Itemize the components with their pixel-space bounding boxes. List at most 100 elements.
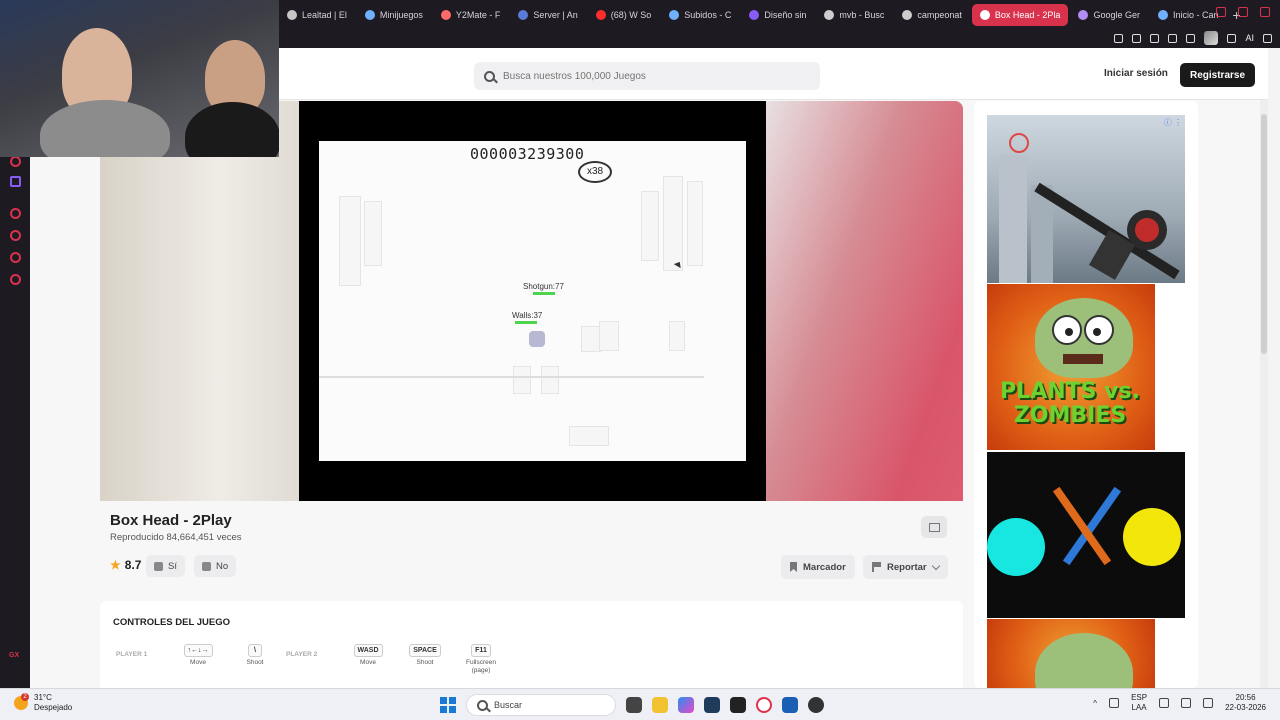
bookmark-label: Marcador: [803, 561, 846, 573]
close-icon[interactable]: [1260, 7, 1270, 17]
search-bar[interactable]: [474, 62, 820, 90]
tab-favicon-icon: [824, 10, 835, 20]
windows-start-icon[interactable]: [440, 697, 456, 713]
whatsapp-icon[interactable]: [10, 156, 21, 167]
yellow-stickman: [1123, 508, 1181, 566]
tab-favicon-icon: [902, 10, 913, 20]
browser-tab[interactable]: Box Head - 2Pla: [971, 4, 1069, 26]
wall-block: [599, 321, 619, 351]
browser-tab[interactable]: Google Ger: [1070, 4, 1148, 26]
key-cap: SPACE: [409, 644, 441, 657]
language-layout: LAA: [1131, 703, 1147, 712]
zombie-face: [1035, 298, 1133, 378]
date: 22-03-2026: [1225, 703, 1266, 712]
fullscreen-button[interactable]: [921, 516, 947, 538]
ad-sniper-game[interactable]: ⓘ ⋮: [987, 115, 1185, 283]
settings-icon[interactable]: [10, 274, 21, 285]
ad-plants-vs-zombies-2[interactable]: [987, 619, 1155, 688]
language-indicator[interactable]: ESP LAA: [1131, 693, 1147, 713]
player1-label: PLAYER 1: [116, 651, 148, 658]
tab-favicon-icon: [1157, 10, 1168, 20]
twitch-icon[interactable]: [10, 176, 21, 187]
browser-tab[interactable]: Y2Mate - F: [433, 4, 509, 26]
extensions-icon[interactable]: [10, 252, 21, 263]
epic-games-icon[interactable]: [730, 697, 746, 713]
browser-tab[interactable]: mvb - Busc: [816, 4, 892, 26]
vote-no-button[interactable]: No: [194, 555, 237, 577]
browser-tab[interactable]: (68) W So: [588, 4, 660, 26]
page-scrollbar[interactable]: [1260, 100, 1268, 688]
download-icon[interactable]: [1227, 33, 1237, 43]
capcut-icon[interactable]: [704, 697, 720, 713]
register-button[interactable]: Registrarse: [1180, 63, 1255, 87]
scroll-thumb[interactable]: [1261, 114, 1267, 354]
report-label: Reportar: [887, 561, 927, 573]
file-explorer-icon[interactable]: [652, 697, 668, 713]
key-cap: F11: [471, 644, 491, 657]
task-view-icon[interactable]: [626, 697, 642, 713]
key-move-p2: WASD Move: [346, 644, 390, 667]
screenshot-icon[interactable]: [1132, 33, 1142, 43]
volume-icon[interactable]: [1181, 698, 1192, 708]
debris: [569, 426, 609, 446]
shield-icon[interactable]: [1150, 33, 1160, 43]
key-cap: \: [248, 644, 262, 657]
browser-tab[interactable]: Lealtad | El: [279, 4, 355, 26]
ad-info-icon[interactable]: ⓘ ⋮: [1164, 117, 1182, 128]
login-link[interactable]: Iniciar sesión: [1104, 68, 1168, 79]
search-input[interactable]: [503, 70, 803, 82]
ad-plants-vs-zombies[interactable]: PLANTS vs. ZOMBIES: [987, 284, 1155, 450]
chevron-down-icon: [931, 561, 940, 570]
key-desc: Move: [190, 659, 206, 666]
ai-button[interactable]: AI: [1245, 33, 1254, 43]
menu-icon[interactable]: [1263, 33, 1272, 43]
wall-block: [641, 191, 659, 261]
pin-icon[interactable]: [1114, 33, 1124, 43]
network-icon[interactable]: [1159, 698, 1170, 708]
weather-widget[interactable]: 2 31°C Despejado: [14, 693, 72, 713]
browser-tab[interactable]: campeonat: [894, 4, 970, 26]
key-desc: Shoot: [246, 659, 264, 666]
battery-icon[interactable]: [1203, 698, 1214, 708]
microphone-icon[interactable]: [1109, 698, 1120, 708]
minimize-icon[interactable]: [1216, 7, 1226, 17]
heart-icon[interactable]: [1186, 33, 1196, 43]
vpn-icon[interactable]: [782, 697, 798, 713]
copilot-icon[interactable]: [678, 697, 694, 713]
thumbs-down-icon: [202, 561, 211, 571]
vote-yes-button[interactable]: Sí: [146, 555, 185, 577]
weather-condition: Despejado: [34, 703, 73, 712]
record-icon[interactable]: [10, 208, 21, 219]
orange-sword: [1052, 486, 1112, 566]
clock[interactable]: 20:56 22-03-2026: [1225, 693, 1266, 713]
game-frame[interactable]: 000003239300 x38 Shotgun:77 Walls:37: [299, 101, 766, 501]
history-icon[interactable]: [10, 230, 21, 241]
gx-label[interactable]: GX: [9, 652, 19, 659]
maximize-icon[interactable]: [1238, 7, 1248, 17]
tray-chevron-icon[interactable]: ^: [1093, 699, 1097, 708]
site-header: Iniciar sesión Registrarse: [278, 48, 1268, 100]
system-tray: ^ ESP LAA 20:56 22-03-2026: [1093, 693, 1266, 713]
bookmark-button[interactable]: Marcador: [781, 555, 855, 579]
browser-tab[interactable]: Subidos - C: [661, 4, 739, 26]
report-button[interactable]: Reportar: [863, 555, 948, 579]
weather-text: 31°C Despejado: [34, 693, 72, 713]
ad-stickman-duel[interactable]: [987, 452, 1185, 618]
player2-label: PLAYER 2: [286, 651, 318, 658]
opera-gx-icon[interactable]: [756, 697, 772, 713]
obs-icon[interactable]: [808, 697, 824, 713]
controls-heading: CONTROLES DEL JUEGO: [113, 617, 231, 628]
tab-label: Lealtad | El: [302, 10, 347, 20]
profile-avatar[interactable]: [1204, 31, 1219, 45]
taskbar-search[interactable]: Buscar: [466, 694, 616, 716]
key-cap: WASD: [353, 644, 383, 657]
game-canvas[interactable]: 000003239300 x38 Shotgun:77 Walls:37: [319, 141, 746, 461]
browser-tab[interactable]: Diseño sin: [741, 4, 814, 26]
browser-tab[interactable]: Minijuegos: [357, 4, 431, 26]
blue-sword: [1062, 486, 1122, 566]
wall-block: [669, 321, 685, 351]
play-icon[interactable]: [1168, 33, 1178, 43]
browser-tab[interactable]: Server | An: [510, 4, 585, 26]
score-counter: 000003239300: [470, 145, 585, 163]
rating-value: 8.7: [124, 558, 142, 572]
